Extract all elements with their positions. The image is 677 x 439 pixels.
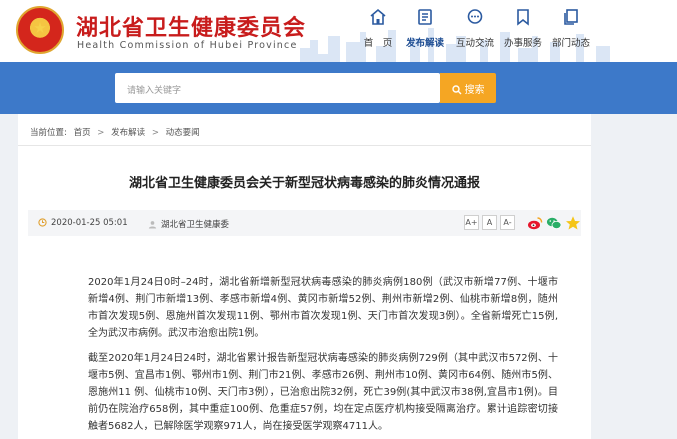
site-title[interactable]: 湖北省卫生健康委员会	[76, 10, 306, 42]
breadcrumb-item-release[interactable]: 发布解读	[111, 128, 145, 138]
user-icon	[148, 221, 157, 229]
article-title: 湖北省卫生健康委员会关于新型冠状病毒感染的肺炎情况通报	[128, 176, 480, 191]
article-source-text: 湖北省卫生健康委	[161, 220, 230, 230]
breadcrumb-item-home[interactable]: 首页	[74, 128, 91, 138]
nav-item-home[interactable]: 首 页	[363, 8, 393, 56]
search-icon	[451, 85, 461, 95]
nav-item-release[interactable]: 发布解读	[405, 8, 445, 56]
divider	[18, 145, 591, 146]
pages-icon	[564, 9, 578, 25]
document-icon	[418, 9, 432, 25]
search-input[interactable]: 请输入关键字	[115, 73, 440, 103]
font-size-increase-button[interactable]: A+	[464, 215, 479, 230]
font-size-default-button[interactable]: A	[482, 215, 497, 230]
article-card: 当前位置: 首页 > 发布解读 > 动态要闻 湖北省卫生健康委员会关于新型冠状病…	[18, 114, 591, 439]
breadcrumb-prefix: 当前位置:	[30, 128, 67, 138]
national-emblem-logo[interactable]	[16, 6, 64, 54]
breadcrumb-separator: >	[151, 128, 159, 138]
chat-icon	[467, 9, 483, 24]
nav-label: 发布解读	[405, 38, 444, 49]
article-paragraph: 截至2020年1月24日24时，湖北省累计报告新型冠状病毒感染的肺炎病例729例…	[88, 353, 558, 432]
breadcrumb: 当前位置: 首页 > 发布解读 > 动态要闻	[30, 126, 204, 138]
article-meta-bar: 2020-01-25 05:01 湖北省卫生健康委 A+ A A-	[28, 210, 581, 236]
search-banner: 请输入关键字 搜索	[0, 62, 677, 114]
clock-icon	[38, 218, 47, 227]
publish-date: 2020-01-25 05:01	[38, 218, 128, 228]
bookmark-icon	[517, 9, 529, 26]
nav-label: 互动交流	[455, 38, 494, 49]
weibo-icon[interactable]	[527, 215, 543, 231]
nav-label: 部门动态	[551, 38, 590, 49]
home-icon	[370, 8, 386, 25]
nav-label: 办事服务	[503, 38, 542, 49]
nav-item-services[interactable]: 办事服务	[503, 8, 543, 56]
breadcrumb-item-news[interactable]: 动态要闻	[166, 128, 200, 138]
article-source: 湖北省卫生健康委	[148, 218, 229, 230]
site-header: 湖北省卫生健康委员会 Health Commission of Hubei Pr…	[0, 0, 677, 62]
site-subtitle: Health Commission of Hubei Province	[77, 40, 298, 51]
font-size-decrease-button[interactable]: A-	[500, 215, 515, 230]
search-button[interactable]: 搜索	[440, 73, 496, 103]
nav-item-interaction[interactable]: 互动交流	[455, 8, 495, 56]
breadcrumb-separator: >	[97, 128, 105, 138]
nav-item-department-news[interactable]: 部门动态	[551, 8, 591, 56]
publish-date-text: 2020-01-25 05:01	[51, 218, 128, 228]
wechat-icon[interactable]	[546, 215, 562, 231]
favorite-star-icon[interactable]	[565, 215, 581, 231]
article-paragraph: 2020年1月24日0时–24时，湖北省新增新型冠状病毒感染的肺炎病例180例（…	[88, 277, 558, 339]
search-button-label: 搜索	[464, 85, 485, 96]
nav-label: 首 页	[363, 38, 393, 49]
